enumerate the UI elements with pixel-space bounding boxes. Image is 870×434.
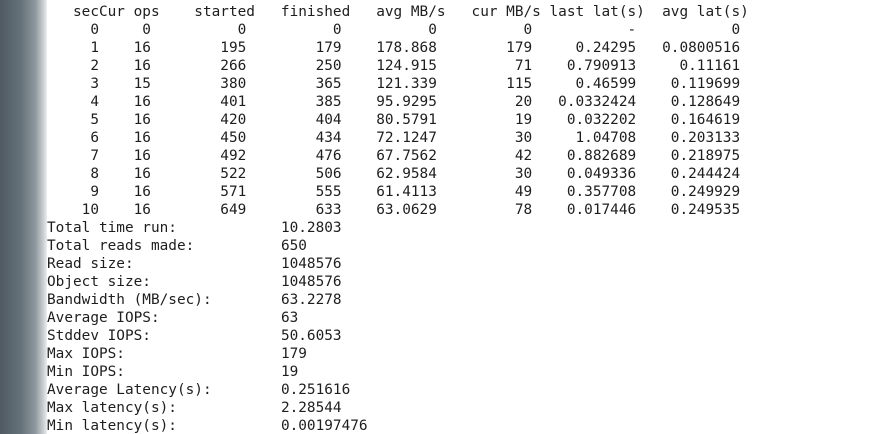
summary-label: Bandwidth (MB/sec): xyxy=(47,292,281,308)
bench-table-row: 7 16 492 476 67.7562 42 0.882689 0.21897… xyxy=(47,148,741,164)
summary-line: Total time run: 10.2803 xyxy=(47,219,342,237)
summary-value: 2.28544 xyxy=(280,400,342,416)
summary-line: Object size: 1048576 xyxy=(47,273,342,291)
summary-value: 63 xyxy=(280,310,299,326)
summary-line: Max latency(s): 2.28544 xyxy=(47,399,342,417)
summary-label: Min IOPS: xyxy=(47,364,281,380)
summary-label: Min latency(s): xyxy=(47,418,281,434)
bench-table-row: 8 16 522 506 62.9584 30 0.049336 0.24442… xyxy=(47,166,741,182)
summary-value: 650 xyxy=(280,238,307,254)
terminal-window[interactable]: secCur ops started finished avg MB/s cur… xyxy=(47,0,870,434)
bench-table-row: 3 15 380 365 121.339 115 0.46599 0.11969… xyxy=(47,76,741,92)
desktop-screen: secCur ops started finished avg MB/s cur… xyxy=(0,0,870,434)
summary-line: Read size: 1048576 xyxy=(47,255,342,273)
summary-label: Max latency(s): xyxy=(47,400,281,416)
bench-table-row: 6 16 450 434 72.1247 30 1.04708 0.203133 xyxy=(47,130,741,146)
summary-line: Min IOPS: 19 xyxy=(47,363,298,381)
summary-value: 19 xyxy=(280,364,299,380)
summary-value: 0.251616 xyxy=(280,382,351,398)
bench-table-header: secCur ops started finished avg MB/s cur… xyxy=(47,4,749,20)
summary-value: 10.2803 xyxy=(280,220,342,236)
bench-table-row: 1 16 195 179 178.868 179 0.24295 0.08005… xyxy=(47,40,741,56)
summary-value: 179 xyxy=(280,346,307,362)
summary-line: Max IOPS: 179 xyxy=(47,345,307,363)
window-background-strip xyxy=(0,0,47,434)
summary-label: Read size: xyxy=(47,256,281,272)
bench-table-row: 0 0 0 0 0 0 - 0 xyxy=(47,22,741,38)
summary-value: 1048576 xyxy=(280,274,342,290)
summary-line: Total reads made: 650 xyxy=(47,237,307,255)
summary-line: Bandwidth (MB/sec): 63.2278 xyxy=(47,291,342,309)
summary-line: Average Latency(s): 0.251616 xyxy=(47,381,350,399)
summary-value: 1048576 xyxy=(280,256,342,272)
bench-table-row: 5 16 420 404 80.5791 19 0.032202 0.16461… xyxy=(47,112,741,128)
summary-value: 0.00197476 xyxy=(280,418,368,434)
summary-label: Max IOPS: xyxy=(47,346,281,362)
summary-line: Average IOPS: 63 xyxy=(47,309,298,327)
summary-label: Total reads made: xyxy=(47,238,281,254)
bench-table-row: 4 16 401 385 95.9295 20 0.0332424 0.1286… xyxy=(47,94,741,110)
summary-value: 63.2278 xyxy=(280,292,342,308)
bench-table-row: 10 16 649 633 63.0629 78 0.017446 0.2495… xyxy=(47,202,741,218)
summary-value: 50.6053 xyxy=(280,328,342,344)
summary-label: Average IOPS: xyxy=(47,310,281,326)
summary-label: Average Latency(s): xyxy=(47,382,281,398)
bench-table-row: 9 16 571 555 61.4113 49 0.357708 0.24992… xyxy=(47,184,741,200)
summary-line: Stddev IOPS: 50.6053 xyxy=(47,327,342,345)
summary-line: Min latency(s): 0.00197476 xyxy=(47,417,368,434)
summary-label: Total time run: xyxy=(47,220,281,236)
summary-label: Stddev IOPS: xyxy=(47,328,281,344)
summary-label: Object size: xyxy=(47,274,281,290)
bench-table-row: 2 16 266 250 124.915 71 0.790913 0.11161 xyxy=(47,58,741,74)
